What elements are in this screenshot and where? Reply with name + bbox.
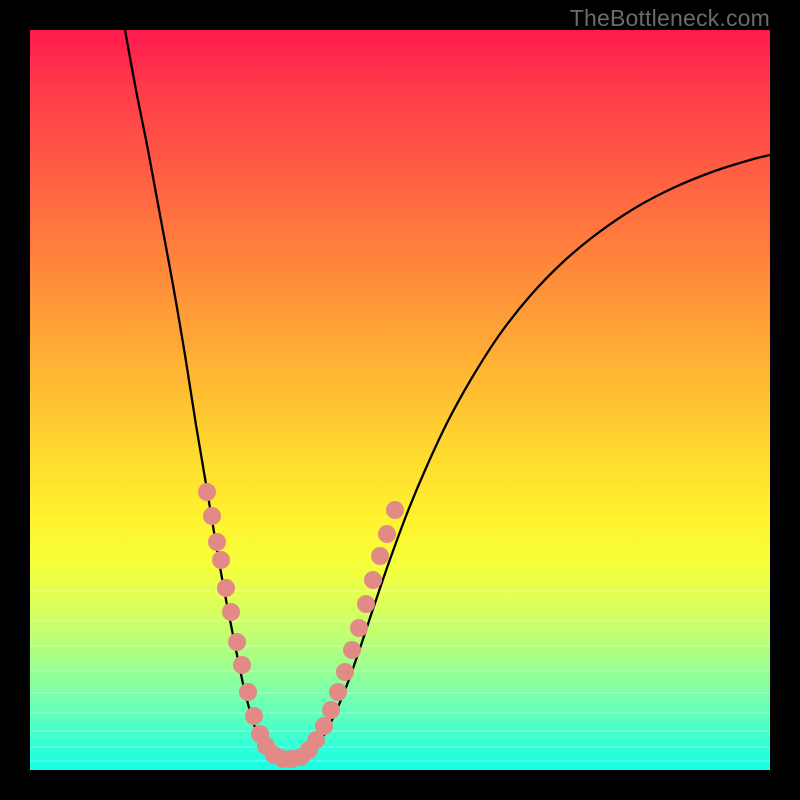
curve-marker	[315, 717, 333, 735]
curve-marker	[233, 656, 251, 674]
curve-marker	[371, 547, 389, 565]
curve-marker	[357, 595, 375, 613]
curve-marker	[245, 707, 263, 725]
curve-marker	[386, 501, 404, 519]
chart-frame	[30, 30, 770, 770]
curve-marker	[228, 633, 246, 651]
curve-marker	[336, 663, 354, 681]
bottleneck-curve-path	[125, 30, 770, 762]
curve-marker	[364, 571, 382, 589]
curve-marker	[378, 525, 396, 543]
watermark-text: TheBottleneck.com	[570, 5, 770, 32]
curve-marker	[198, 483, 216, 501]
curve-marker	[203, 507, 221, 525]
curve-marker	[222, 603, 240, 621]
curve-marker	[217, 579, 235, 597]
bottleneck-curve-svg	[30, 30, 770, 770]
curve-marker	[208, 533, 226, 551]
curve-marker	[329, 683, 347, 701]
curve-marker	[343, 641, 361, 659]
curve-markers	[198, 483, 404, 768]
curve-marker	[239, 683, 257, 701]
curve-marker	[212, 551, 230, 569]
curve-marker	[322, 701, 340, 719]
curve-marker	[350, 619, 368, 637]
